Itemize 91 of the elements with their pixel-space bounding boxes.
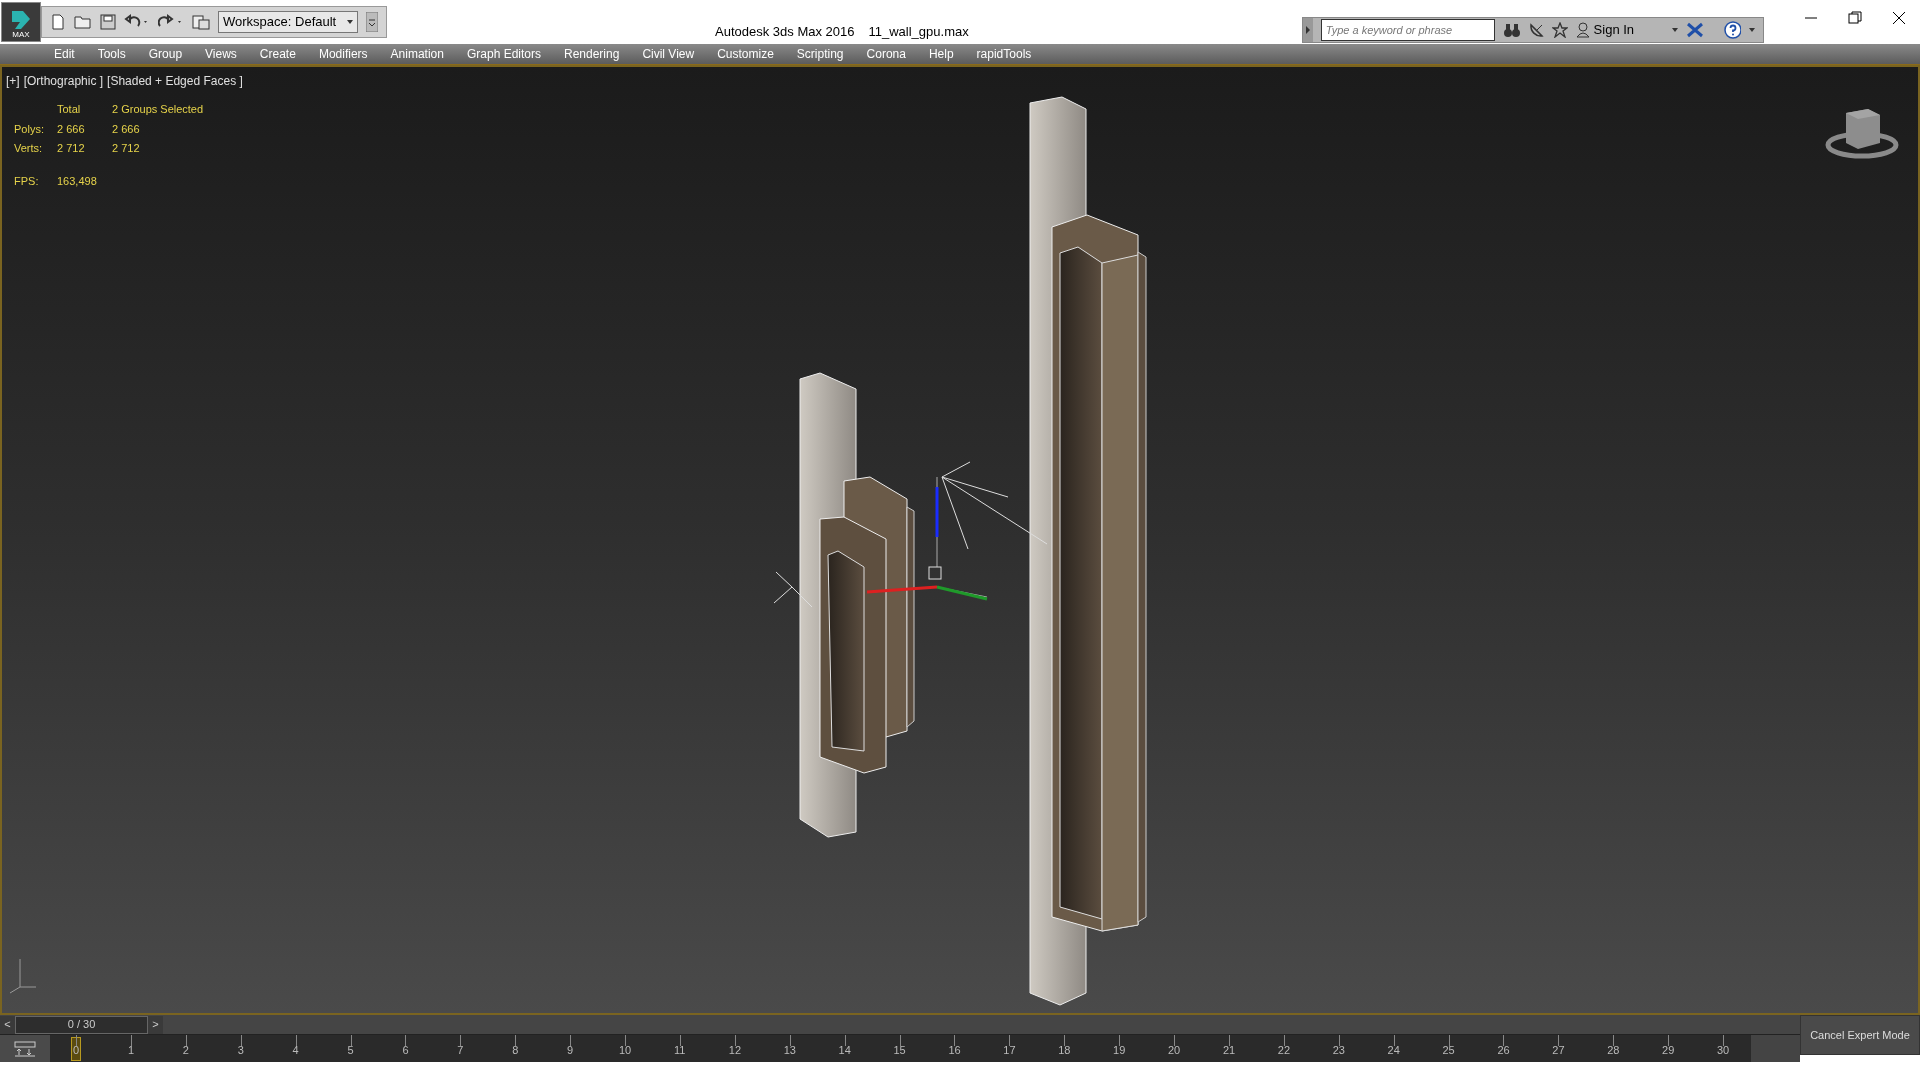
restore-icon[interactable] — [1848, 11, 1862, 25]
search-field[interactable]: Type a keyword or phrase — [1320, 19, 1496, 41]
stats-value: 2 712 — [112, 141, 141, 156]
frame-number: 24 — [1387, 1045, 1400, 1056]
frame-number: 0 — [73, 1045, 80, 1056]
time-cursor[interactable] — [71, 1037, 81, 1061]
frame-number: 13 — [783, 1045, 796, 1056]
menu-item[interactable]: Modifiers — [318, 45, 368, 63]
stats-value: 2 666 — [57, 121, 86, 137]
customize-dropdown-icon[interactable] — [366, 12, 378, 32]
app-logo-button[interactable]: MAX — [1, 2, 41, 42]
frame-number: 27 — [1552, 1045, 1565, 1056]
frame-number: 19 — [1113, 1045, 1126, 1056]
frame-number: 6 — [402, 1045, 409, 1056]
exchange-x-icon[interactable] — [1685, 22, 1704, 38]
previous-frame-button[interactable]: < — [0, 1015, 15, 1034]
help-icon[interactable] — [1723, 21, 1742, 39]
save-icon[interactable] — [100, 14, 116, 30]
open-folder-icon[interactable] — [74, 14, 92, 30]
dropdown-caret-icon[interactable] — [1672, 28, 1678, 32]
next-frame-button[interactable]: > — [148, 1015, 163, 1034]
frame-number: 5 — [347, 1045, 354, 1056]
dropdown-caret-icon — [347, 20, 353, 24]
stats-label: Verts: — [14, 141, 44, 156]
frame-number: 3 — [237, 1045, 244, 1056]
menu-item[interactable]: Civil View — [642, 45, 695, 63]
menu-item[interactable]: Rendering — [564, 45, 620, 63]
sign-in-link[interactable]: Sign In — [1593, 20, 1635, 40]
frame-number: 22 — [1277, 1045, 1291, 1056]
file-name: 11_wall_gpu.max — [868, 23, 969, 41]
app-title: Autodesk 3ds Max 2016 — [715, 23, 855, 41]
frame-number: 21 — [1222, 1045, 1236, 1056]
menu-item[interactable]: Views — [205, 45, 237, 63]
frame-number: 23 — [1332, 1045, 1345, 1056]
frame-number: 9 — [567, 1045, 574, 1056]
logo-label: MAX — [12, 31, 30, 39]
frame-number: 29 — [1662, 1045, 1675, 1056]
frame-number: 4 — [292, 1045, 299, 1056]
stats-label: FPS: — [14, 173, 40, 189]
menu-item[interactable]: Create — [259, 45, 296, 63]
cancel-expert-mode-button[interactable]: Cancel Expert Mode — [1800, 1015, 1920, 1055]
stats-header: 2 Groups Selected — [112, 102, 204, 117]
menu-item[interactable]: Tools — [97, 45, 126, 63]
workspace-dropdown[interactable]: Workspace: Default — [218, 11, 358, 33]
menu-item[interactable]: Corona — [866, 45, 906, 63]
menu-item[interactable]: Customize — [717, 45, 774, 63]
project-folder-icon[interactable] — [192, 14, 210, 30]
menu-item[interactable]: Help — [928, 45, 954, 63]
user-icon — [1575, 22, 1590, 38]
logo-icon — [9, 9, 33, 31]
frame-number: 14 — [838, 1045, 851, 1056]
frame-number: 28 — [1607, 1045, 1620, 1056]
curve-editor-icon[interactable] — [14, 1040, 36, 1057]
frame-number: 30 — [1717, 1045, 1730, 1056]
menu-item[interactable]: Scripting — [796, 45, 844, 63]
expand-arrow-icon[interactable] — [1303, 18, 1313, 42]
star-icon[interactable] — [1552, 22, 1568, 38]
stats-value: 163,498 — [57, 173, 98, 189]
viewport-label-menu[interactable]: [Orthographic ] — [23, 72, 104, 90]
frame-number: 10 — [619, 1045, 632, 1056]
menu-item[interactable]: Edit — [54, 45, 75, 63]
menu-item[interactable]: rapidTools — [976, 45, 1032, 63]
viewport-label-menu[interactable]: [+] — [6, 72, 20, 90]
frame-number: 8 — [512, 1045, 519, 1056]
stats-header: Total — [57, 102, 82, 117]
frame-number: 17 — [1003, 1045, 1016, 1056]
stats-label: Polys: — [14, 121, 45, 137]
stats-value: 2 712 — [57, 141, 86, 156]
stats-value: 2 666 — [112, 121, 141, 137]
frame-number: 25 — [1442, 1045, 1455, 1056]
menu-item[interactable]: Graph Editors — [466, 45, 541, 63]
menu-item[interactable]: Group — [148, 45, 183, 63]
frame-number: 26 — [1497, 1045, 1510, 1056]
frame-number: 1 — [127, 1045, 134, 1056]
menu-item[interactable]: Animation — [390, 45, 444, 63]
axis-tripod-icon — [8, 957, 38, 995]
frame-number: 7 — [457, 1045, 464, 1056]
binoculars-icon[interactable] — [1503, 22, 1521, 38]
frame-number: 15 — [893, 1045, 906, 1056]
frame-number: 12 — [728, 1045, 742, 1056]
close-icon[interactable] — [1892, 11, 1906, 25]
satellite-dish-icon[interactable] — [1528, 22, 1545, 38]
frame-number: 20 — [1168, 1045, 1181, 1056]
new-file-icon[interactable] — [50, 14, 66, 30]
frame-number: 11 — [673, 1045, 686, 1056]
frame-number: 2 — [182, 1045, 189, 1056]
frame-number: 18 — [1058, 1045, 1071, 1056]
viewport-label-menu[interactable]: [Shaded + Edged Faces ] — [107, 72, 243, 90]
frame-number: 16 — [948, 1045, 961, 1056]
time-slider-thumb[interactable]: 0 / 30 — [15, 1015, 148, 1034]
dropdown-caret-icon[interactable] — [1749, 28, 1755, 32]
